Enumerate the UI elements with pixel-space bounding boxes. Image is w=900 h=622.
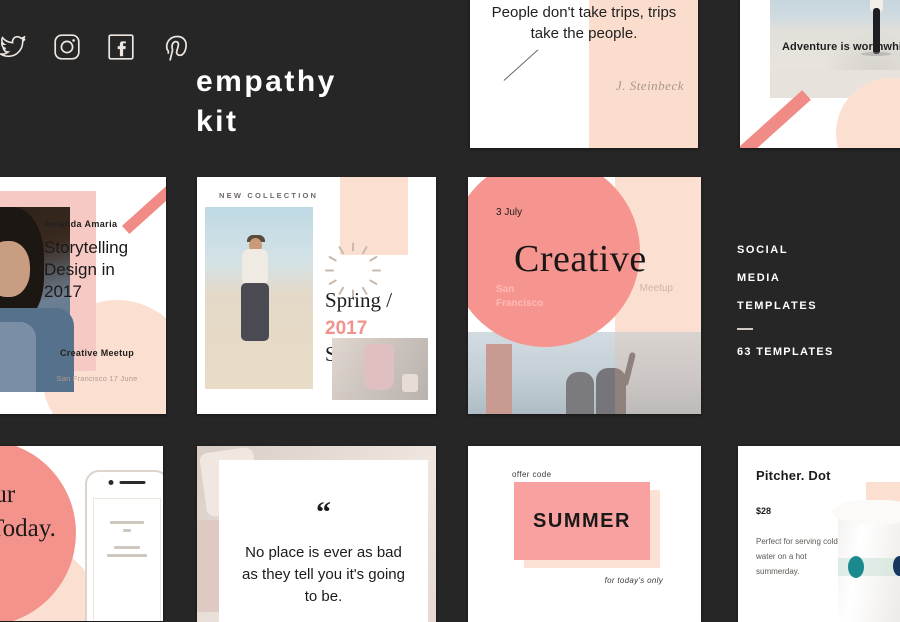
- pink-diagonal-stripe: [121, 179, 166, 235]
- offer-footnote: for today's only: [604, 576, 663, 585]
- card-spring-summer[interactable]: NEW COLLECTION Spring / 2017 Summer: [197, 177, 436, 414]
- card-adventure[interactable]: Adventure is worthwhile.: [740, 0, 900, 148]
- sidebar-line-2: MEDIA: [737, 272, 781, 284]
- facebook-icon[interactable]: [100, 26, 142, 68]
- collection-label: NEW COLLECTION: [219, 191, 319, 200]
- white-sheet: “ No place is ever as bad as they tell y…: [219, 460, 428, 622]
- noplace-quote-text: No place is ever as bad as they tell you…: [242, 544, 405, 605]
- offer-code-label: offer code: [512, 470, 552, 479]
- season-year: 2017: [325, 317, 368, 339]
- quote-trips-text: People don't take trips, trips take the …: [491, 4, 677, 43]
- phone-mockup: [85, 470, 163, 621]
- event-name: Creative Meetup: [59, 348, 135, 358]
- event-meta: San Francisco 17 June: [56, 374, 138, 383]
- model-photo: [205, 207, 313, 389]
- twitter-icon[interactable]: [0, 26, 34, 68]
- product-title: Pitcher. Dot: [756, 468, 831, 483]
- speaker-name: Amanda Amaria: [44, 219, 118, 229]
- storytelling-title: Storytelling Design in 2017: [44, 238, 129, 302]
- instagram-icon[interactable]: [46, 26, 88, 68]
- page-title: empathy kit: [196, 62, 337, 141]
- event-type: Meetup: [639, 283, 673, 294]
- outfit-photo: [332, 338, 428, 400]
- pink-diagonal-stripe: [740, 90, 811, 148]
- card-summer-offer[interactable]: offer code SUMMER for today's only: [468, 446, 701, 622]
- app-headline: Get Our App. Today.: [0, 481, 56, 542]
- product-price: $28: [756, 506, 772, 516]
- season-line-1: Spring /: [325, 288, 393, 312]
- social-icon-row: [0, 26, 196, 68]
- template-count: 63 TEMPLATES: [737, 346, 834, 358]
- brand-line-2: kit: [196, 104, 239, 138]
- card-creative-meetup[interactable]: 3 July Creative San Francisco Meetup: [468, 177, 701, 414]
- sidebar-caption: SOCIAL MEDIA TEMPLATES 63 TEMPLATES: [737, 244, 834, 358]
- adventure-bottom-panel: [740, 78, 900, 148]
- event-date: 3 July: [496, 207, 523, 218]
- card-get-app[interactable]: Get Our App. Today.: [0, 446, 163, 621]
- offer-code-box: SUMMER: [514, 482, 650, 560]
- adventure-headline: Adventure is worthwhile.: [782, 41, 900, 53]
- sidebar-line-1: SOCIAL: [737, 244, 789, 256]
- signature-text: J. Steinbeck: [615, 78, 684, 93]
- event-city: San Francisco: [496, 284, 544, 309]
- pitcher-photo: [832, 500, 900, 622]
- card-pitcher-product[interactable]: Pitcher. Dot $28 Perfect for serving col…: [738, 446, 900, 622]
- card-quote-noplace[interactable]: “ No place is ever as bad as they tell y…: [197, 446, 436, 622]
- poster-stage: empathy kit People don't take trips, tri…: [0, 0, 900, 622]
- product-description: Perfect for serving cold water on a hot …: [756, 537, 838, 577]
- brand-line-1: empathy: [196, 65, 337, 98]
- card-quote-trips[interactable]: People don't take trips, trips take the …: [470, 0, 698, 148]
- creative-title: Creative: [514, 238, 647, 280]
- quote-mark-icon: “: [316, 496, 331, 529]
- adventure-photo: [770, 0, 900, 70]
- sidebar-line-3: TEMPLATES: [737, 300, 818, 312]
- divider: [737, 328, 753, 330]
- sun-burst-icon: [325, 219, 381, 299]
- card-storytelling[interactable]: Amanda Amaria Storytelling Design in 201…: [0, 177, 166, 414]
- offer-code-value: SUMMER: [533, 509, 631, 532]
- pinterest-icon[interactable]: [154, 26, 196, 68]
